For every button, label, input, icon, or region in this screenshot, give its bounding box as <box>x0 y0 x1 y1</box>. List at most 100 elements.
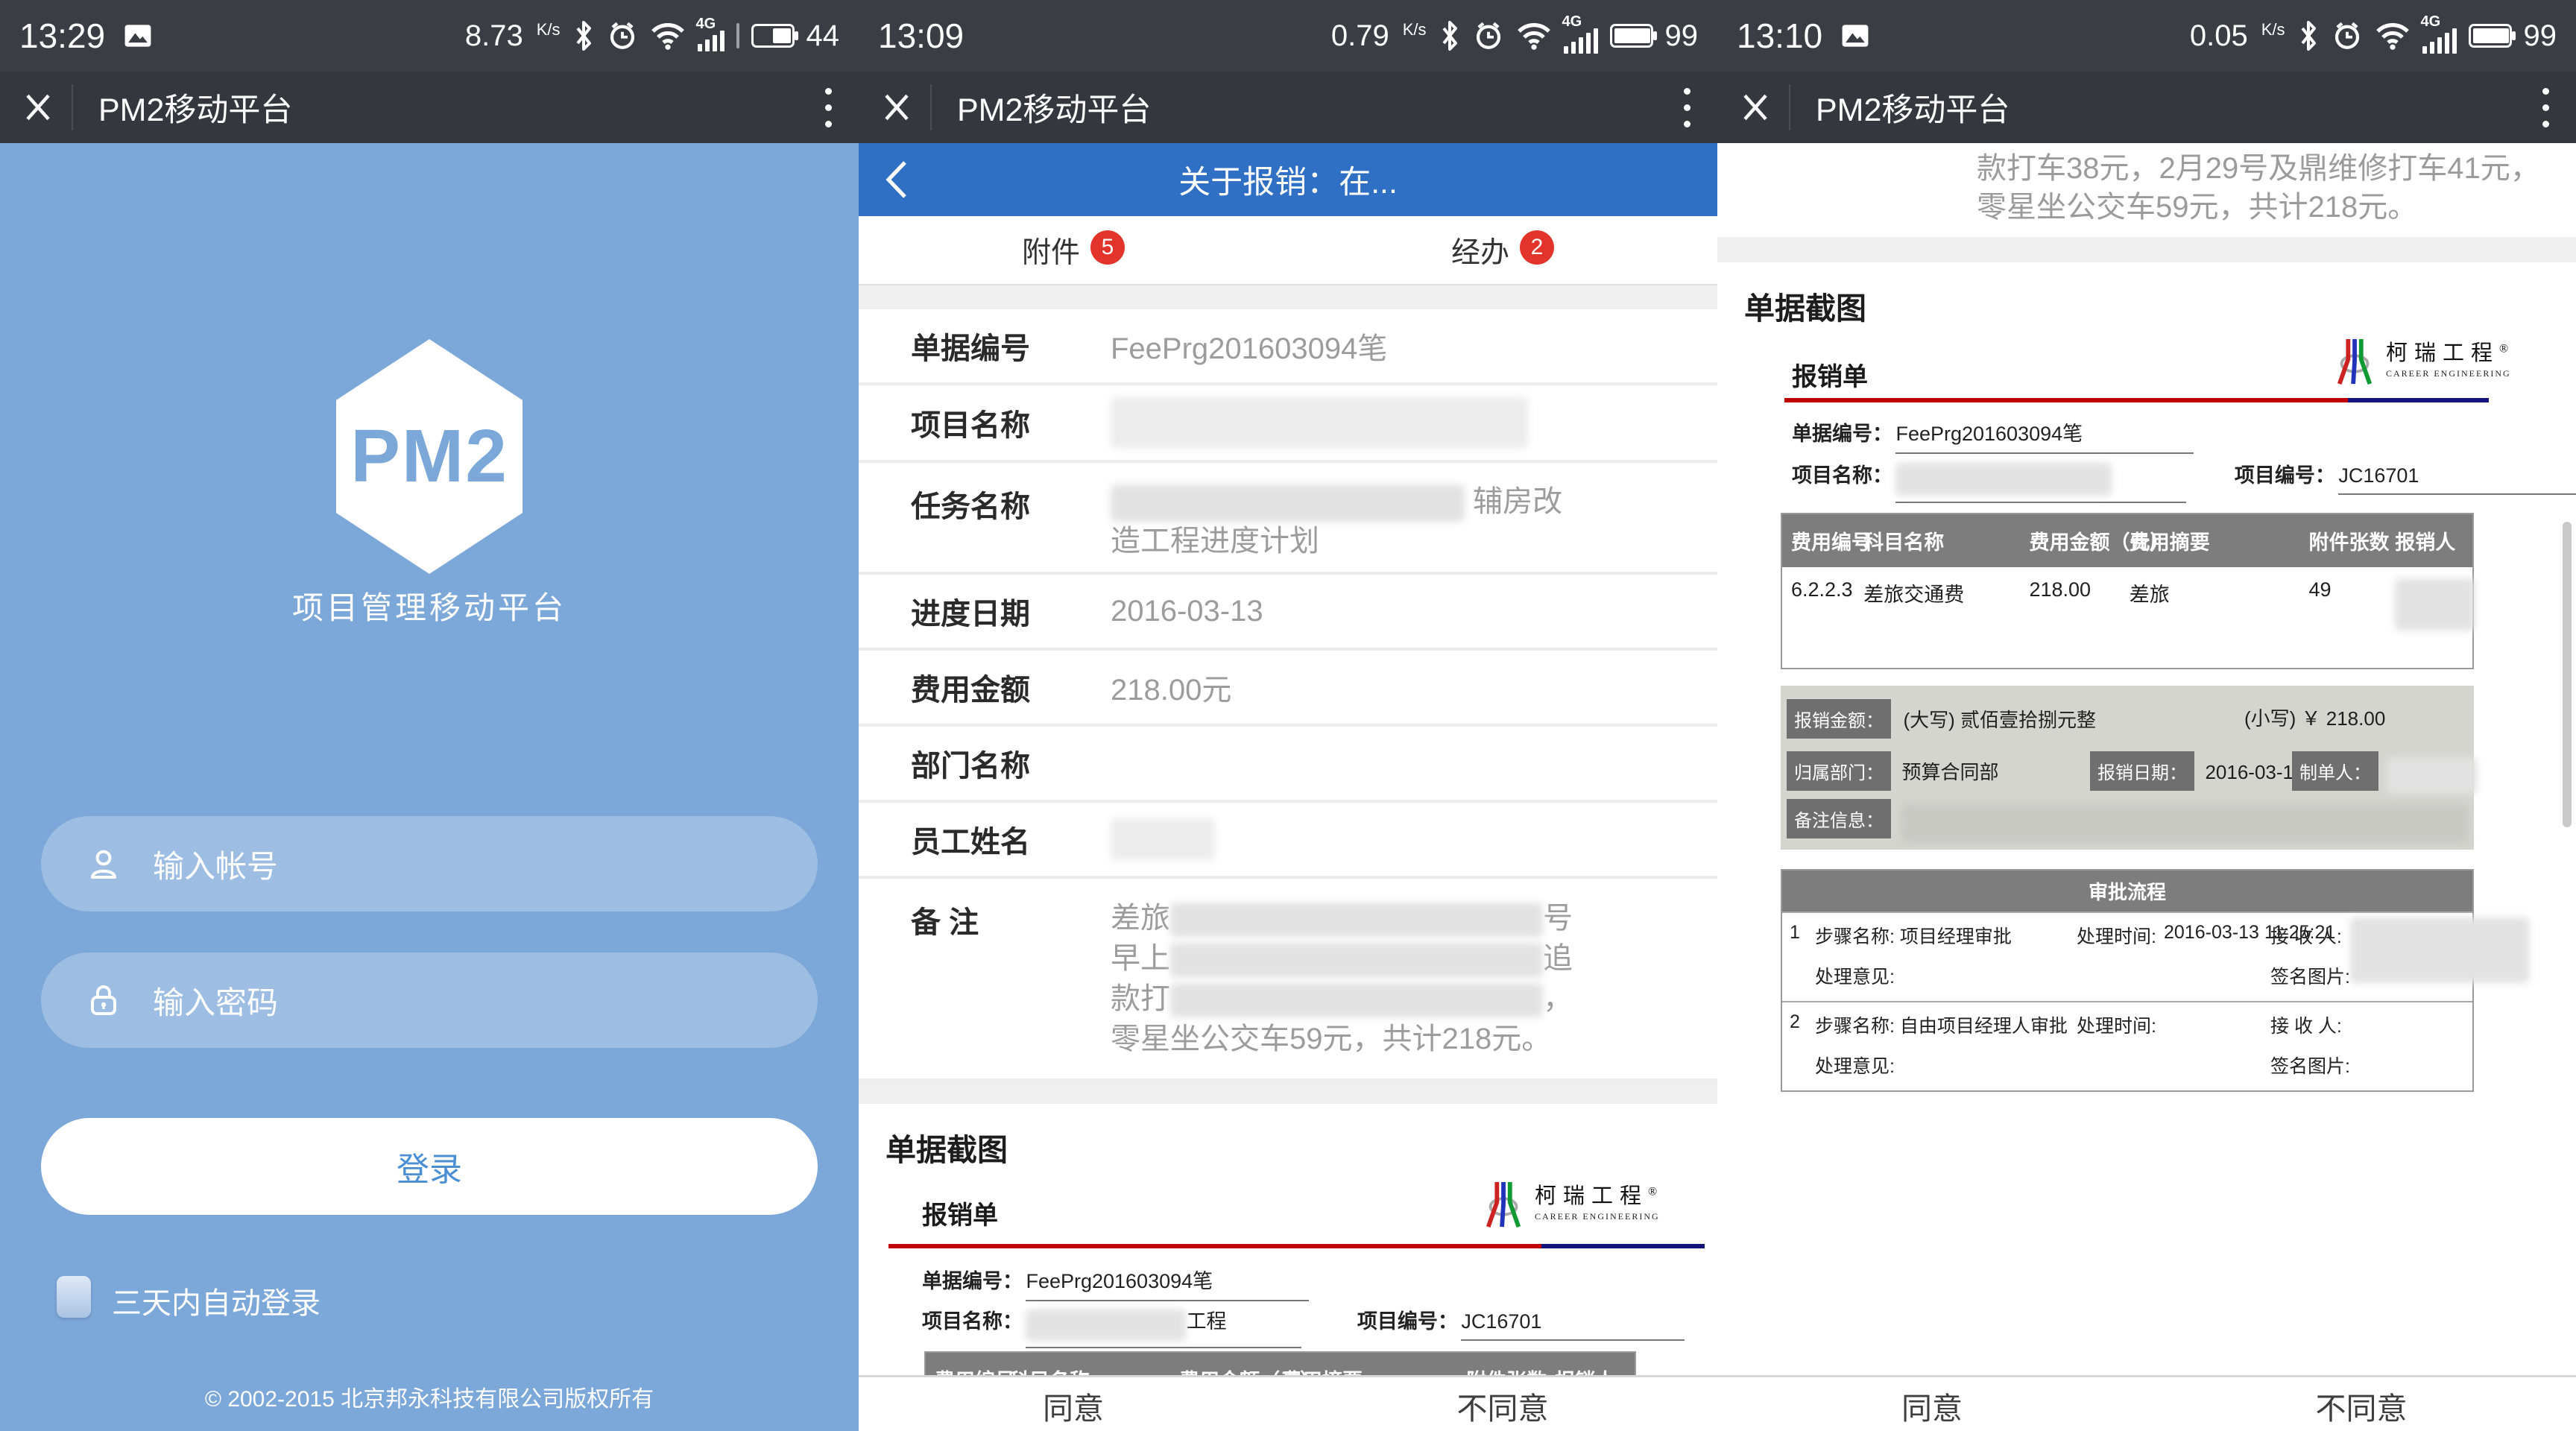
fee-table-header: 费用编号 科目名称 费用金额（元） 费用摘要 附件张数 报销人 <box>926 1353 1635 1375</box>
agree-button[interactable]: 同意 <box>859 1377 1288 1431</box>
tab-attachments[interactable]: 附件 5 <box>859 216 1288 284</box>
fee-summary: 差旅 <box>2121 567 2300 642</box>
approval-flow-title: 审批流程 <box>1782 871 2472 912</box>
wifi-icon <box>1516 21 1552 51</box>
brand-name-en: CAREER ENGINEERING <box>1535 1211 1660 1222</box>
field-task-name: 任务名称 辅房改 造工程进度计划 <box>859 463 1717 575</box>
login-button[interactable]: 登录 <box>41 1118 818 1215</box>
close-icon[interactable] <box>22 92 54 123</box>
more-menu-icon[interactable] <box>1684 88 1690 127</box>
page-title: PM2移动平台 <box>98 84 292 130</box>
disagree-button[interactable]: 不同意 <box>1288 1377 1717 1431</box>
divider <box>1789 84 1790 130</box>
registered-mark: ® <box>2499 342 2508 355</box>
redacted-reimburser <box>2395 578 2475 631</box>
col-header: 报销人 <box>2386 514 2472 567</box>
account-input[interactable]: 输入帐号 <box>41 816 818 912</box>
login-screen: 13:29 8.73K/s 4G 44 <box>0 0 859 1431</box>
account-placeholder: 输入帐号 <box>153 841 278 887</box>
receipt-doc-number-row: 单据编号： FeePrg201603094笔 <box>1792 417 2194 454</box>
user-icon <box>86 846 121 882</box>
col-header: 科目名称 <box>1000 1353 1170 1375</box>
network-type-label: 4G <box>2421 13 2441 31</box>
date-row: 报销日期： 2016-03-13 <box>2090 751 2304 791</box>
disagree-button[interactable]: 不同意 <box>2147 1377 2576 1431</box>
photo-notification-icon <box>121 19 154 52</box>
project-name-label: 项目名称： <box>1792 464 1892 487</box>
brand-name-cn: 柯瑞工程 <box>2386 341 2499 365</box>
clock-text: 13:10 <box>1737 16 1822 56</box>
redacted-maker <box>2387 758 2477 794</box>
company-logo-icon <box>2332 335 2378 389</box>
field-value: FeePrg201603094笔 <box>1111 324 1717 367</box>
auto-login-label: 三天内自动登录 <box>112 1279 321 1322</box>
tab-handlers[interactable]: 经办 2 <box>1288 216 1717 284</box>
remark-text: 号 <box>1543 902 1573 935</box>
action-bar: 同意 不同意 <box>859 1375 1717 1431</box>
redacted-remark <box>1170 943 1543 977</box>
redacted-task-name <box>1111 484 1465 522</box>
password-input[interactable]: 输入密码 <box>41 953 818 1048</box>
remark-text: ， <box>1543 982 1573 1015</box>
app-subtitle: 项目管理移动平台 <box>0 583 859 628</box>
tab-bar: 附件 5 经办 2 <box>859 216 1717 285</box>
doc-number-label: 单据编号： <box>1792 423 1892 445</box>
receipt-doc-number-row: 单据编号： FeePrg201603094笔 <box>922 1265 1309 1301</box>
col-header: 费用金额（元） <box>2020 514 2120 567</box>
login-button-label: 登录 <box>397 1143 462 1190</box>
browser-title-bar: PM2移动平台 <box>859 72 1717 143</box>
fee-attachments: 49 <box>2299 567 2386 642</box>
receipt-screenshot: 报销单 柯瑞工程® CAREER ENGINEERING 单据编号： FeePr… <box>1717 334 2576 1375</box>
field-department: 部门名称 <box>859 727 1717 803</box>
network-speed-unit: K/s <box>2261 20 2285 40</box>
reimbursement-detail-screen: 13:09 0.79K/s 4G 99 PM2移动平台 <box>859 0 1717 1431</box>
network-type-label: 4G <box>696 16 716 33</box>
field-progress-date: 进度日期 2016-03-13 <box>859 575 1717 651</box>
app-logo-text: PM2 <box>350 414 508 499</box>
scrollbar[interactable] <box>2563 522 2572 827</box>
fee-amount: 218.00 <box>2020 567 2120 642</box>
project-name-suffix: 工程 <box>1186 1310 1226 1333</box>
receiver-label: 接 收 人: <box>2270 1011 2342 1038</box>
handlers-count-badge: 2 <box>1520 230 1554 265</box>
project-number-value: JC16701 <box>2338 464 2576 495</box>
col-header: 费用摘要 <box>1273 1353 1457 1375</box>
time-label: 处理时间: <box>2077 922 2156 949</box>
back-icon[interactable] <box>884 159 909 200</box>
field-label: 员工姓名 <box>911 818 1111 861</box>
detail-header: 关于报销：在... <box>859 143 1717 216</box>
agree-button[interactable]: 同意 <box>1717 1377 2147 1431</box>
action-bar: 同意 不同意 <box>1717 1375 2576 1431</box>
approval-flow-table: 审批流程 1 步骤名称: 项目经理审批 处理时间: 2016-03-13 11:… <box>1781 869 2474 1092</box>
three-phone-screenshots: 13:29 8.73K/s 4G 44 <box>0 0 2576 1431</box>
more-menu-icon[interactable] <box>2542 88 2549 127</box>
col-header: 科目名称 <box>1854 514 2020 567</box>
wifi-icon <box>650 21 686 51</box>
close-icon[interactable] <box>881 92 912 123</box>
field-label: 任务名称 <box>911 482 1111 572</box>
more-menu-icon[interactable] <box>825 88 832 127</box>
field-label: 项目名称 <box>911 401 1111 444</box>
battery-percent: 99 <box>2524 19 2557 53</box>
approval-row-1: 1 步骤名称: 项目经理审批 处理时间: 2016-03-13 11:25:21… <box>1782 912 2472 1001</box>
fee-table: 费用编号 科目名称 费用金额（元） 费用摘要 附件张数 报销人 6.2.2.3 … <box>1781 513 2474 669</box>
disagree-label: 不同意 <box>2316 1383 2408 1428</box>
receipt-screenshot: 报销单 柯瑞工程® CAREER ENGINEERING 单据编号： FeePr… <box>859 1174 1717 1375</box>
step-name: 步骤名称: 自由项目经理人审批 <box>1815 1011 2068 1038</box>
time-label: 处理时间: <box>2077 1011 2156 1038</box>
field-fee-amount: 费用金额 218.00元 <box>859 651 1717 727</box>
col-header: 费用金额（元） <box>1170 1353 1273 1375</box>
dept-label-chip: 归属部门： <box>1787 751 1891 791</box>
fee-subject: 差旅交通费 <box>1854 567 2020 642</box>
bluetooth-icon <box>572 19 595 52</box>
doc-number-label: 单据编号： <box>922 1270 1023 1292</box>
close-icon[interactable] <box>1740 92 1771 123</box>
auto-login-checkbox[interactable] <box>57 1276 91 1318</box>
tab-handlers-label: 经办 <box>1451 230 1509 271</box>
step-name: 步骤名称: 项目经理审批 <box>1815 922 2012 949</box>
receipt-title: 报销单 <box>922 1195 998 1231</box>
fee-table-header: 费用编号 科目名称 费用金额（元） 费用摘要 附件张数 报销人 <box>1782 514 2472 567</box>
divider <box>930 84 932 130</box>
brand-name-en: CAREER ENGINEERING <box>2386 368 2511 379</box>
remark-text: 零星坐公交车59元，共计218元。 <box>1111 1023 1551 1055</box>
